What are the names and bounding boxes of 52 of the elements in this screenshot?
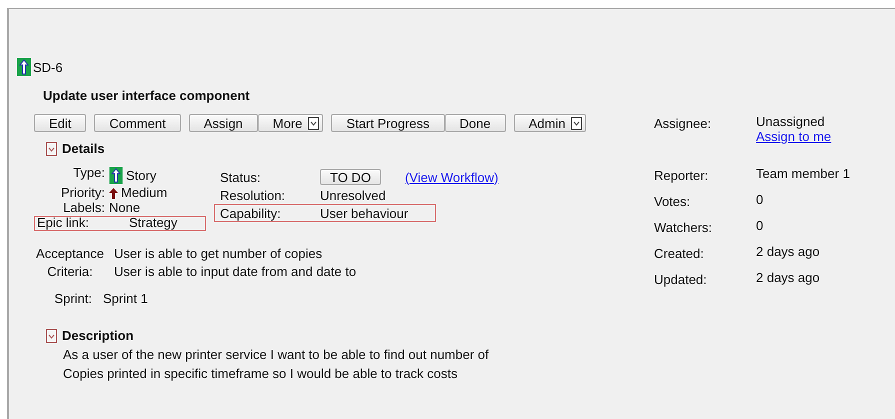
view-workflow-link[interactable]: (View Workflow) [404,170,498,184]
field-label: Epic link: [36,217,90,229]
field-label: Votes: [654,193,692,211]
field-value: 0 [756,218,764,233]
field-label: Acceptance Criteria: [35,245,105,281]
status-button[interactable]: TO DO [320,169,381,185]
action-button[interactable]: Assign [188,114,258,132]
arrow-up-icon [17,58,31,76]
field-value: Unresolved [320,188,386,202]
field-value: 2 days ago [756,270,820,285]
issue-key[interactable]: SD-6 [33,60,63,74]
field-label: Updated: [654,271,708,289]
action-button[interactable]: Done [444,114,506,132]
field-value: 0 [756,192,764,207]
field-value: Story [126,170,156,182]
action-button[interactable]: Comment [94,114,181,132]
collapse-toggle-icon[interactable] [46,142,57,156]
field-value: Medium [121,187,168,199]
field-label: Reporter: [654,167,710,185]
field-value: User behaviour [320,206,408,220]
field-label: Assignee: [654,115,712,133]
section-heading: Description [62,328,134,343]
dropdown-button[interactable]: More [258,114,324,132]
field-value: Unassigned [756,114,826,129]
field-value: None [109,202,140,214]
field-value: 2 days ago [756,244,820,259]
dropdown-button[interactable]: Admin [514,114,586,132]
field-value: Sprint 1 [103,291,148,306]
arrow-up-icon [109,167,123,184]
field-label: Labels: [62,202,106,214]
section-heading: Details [62,141,105,156]
issue-title: Update user interface component [43,88,251,103]
caret-icon [571,116,582,130]
criteria-line: User is able to input date from and date to [114,263,356,281]
field-label: Priority: [60,187,106,199]
priority-arrow-icon [109,188,118,198]
field-label: Capability: [219,206,282,220]
field-value: Team member 1 [756,166,850,181]
collapse-toggle-icon[interactable] [46,328,57,342]
field-label: Created: [654,245,705,263]
action-button[interactable]: Start Progress [331,114,445,132]
assign-to-me-link[interactable]: Assign to me [756,129,832,144]
description-text: As a user of the new printer service I want to be able to find out number of Copies printed in specific timeframe so I would be able to track costs [63,346,490,383]
action-button[interactable]: Edit [34,114,86,132]
field-label: Resolution: [219,188,286,202]
field-label: Status: [219,170,262,184]
field-value: Strategy [129,217,178,229]
criteria-line: User is able to get number of copies [114,245,324,263]
caret-icon [308,116,320,130]
field-label: Type: [72,167,106,182]
field-label: Sprint: [53,291,93,306]
field-label: Watchers: [654,219,714,237]
